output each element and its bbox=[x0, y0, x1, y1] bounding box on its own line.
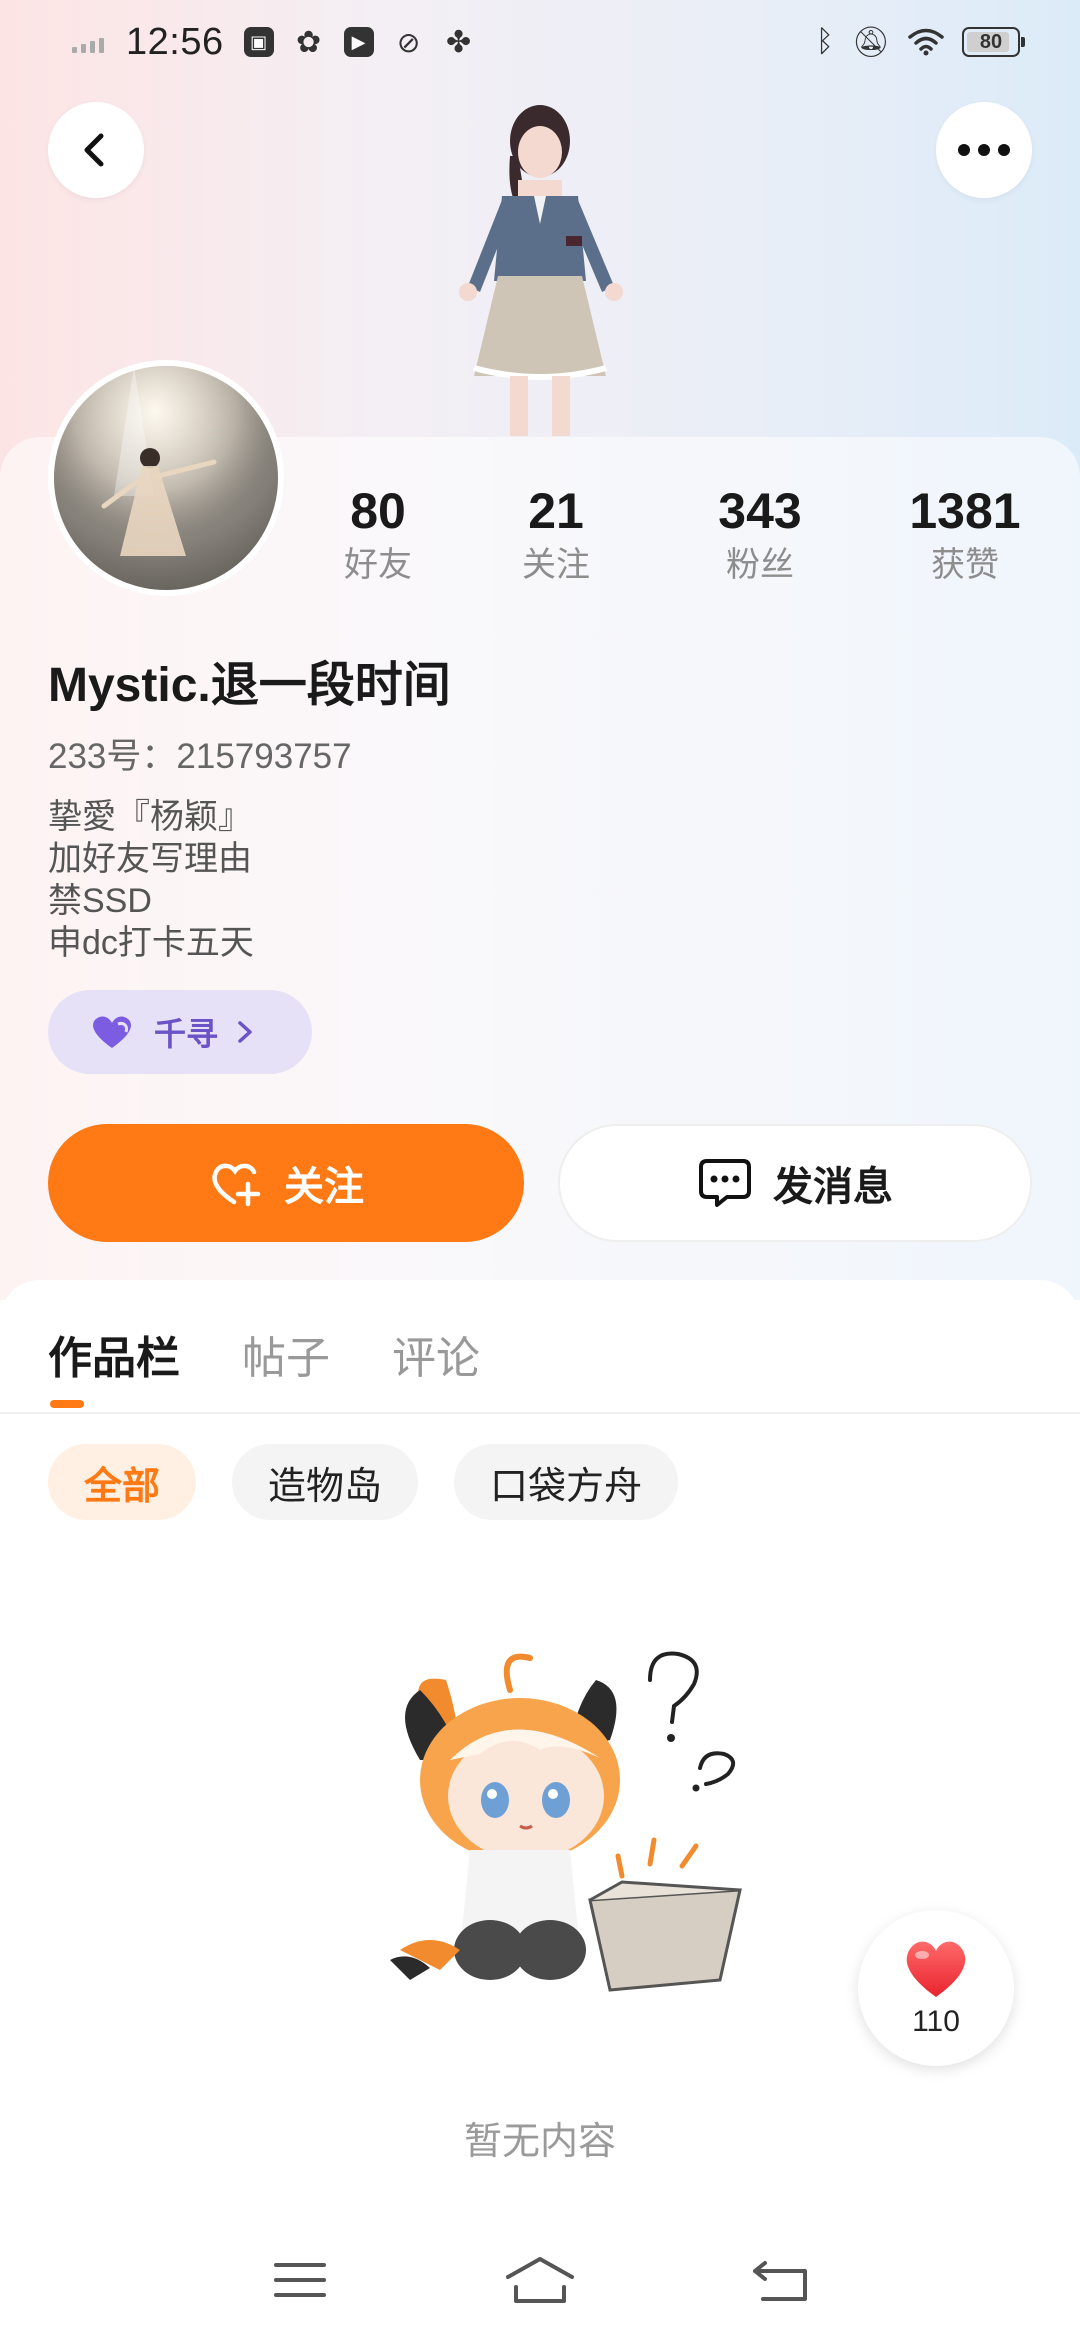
content-tabs: 作品栏 帖子 评论 bbox=[48, 1322, 480, 1386]
more-horizontal-icon bbox=[958, 144, 1010, 156]
home-nav-button[interactable] bbox=[505, 2255, 575, 2305]
chevron-left-icon bbox=[84, 133, 104, 167]
send-message-button-label: 发消息 bbox=[773, 1165, 893, 1209]
stat-value: 80 bbox=[350, 483, 406, 539]
app-icon: ▣ bbox=[243, 27, 274, 57]
pinwheel-icon: ✤ bbox=[446, 25, 472, 59]
status-time: 12:56 bbox=[126, 20, 224, 63]
relationship-tag-label: 千寻 bbox=[154, 1016, 219, 1052]
heart-icon bbox=[93, 1016, 131, 1048]
avatar-photo bbox=[54, 366, 278, 590]
tab-works[interactable]: 作品栏 bbox=[48, 1322, 180, 1386]
follow-button[interactable]: 关注 bbox=[48, 1124, 524, 1242]
chat-bubble-icon bbox=[699, 1159, 751, 1207]
bio: 挚愛『杨颖』 加好友写理由 禁SSD 申dc打卡五天 bbox=[48, 796, 254, 964]
stat-label: 关注 bbox=[522, 546, 590, 584]
content-section: 作品栏 帖子 评论 全部 造物岛 口袋方舟 暂无内容 bbox=[0, 1280, 1080, 2340]
avatar[interactable] bbox=[48, 360, 284, 596]
battery-indicator: 80 bbox=[962, 27, 1025, 57]
return-icon bbox=[753, 2261, 807, 2301]
filter-chip-all[interactable]: 全部 bbox=[48, 1444, 197, 1520]
bio-line: 挚愛『杨颖』 bbox=[48, 798, 252, 836]
menu-icon bbox=[274, 2263, 326, 2297]
filter-chip-pocket-ark[interactable]: 口袋方舟 bbox=[454, 1444, 679, 1520]
empty-state-text: 暂无内容 bbox=[463, 2121, 616, 2163]
active-tab-indicator bbox=[50, 1400, 84, 1408]
menu-nav-button[interactable] bbox=[265, 2255, 335, 2305]
like-floating-button[interactable]: 110 bbox=[858, 1910, 1014, 2066]
user-id[interactable]: 233号：215793757 bbox=[48, 728, 352, 779]
stat-value: 343 bbox=[718, 483, 802, 539]
username: Mystic.退一段时间 bbox=[48, 659, 451, 712]
more-options-button[interactable] bbox=[936, 102, 1032, 198]
status-bar: 12:56 ▣ ✿ ▶ ⊘ ✤ ᛒ 🔕︎ 80 bbox=[0, 0, 1080, 84]
empty-state-illustration bbox=[390, 1651, 742, 1992]
wechat-icon: ✿ bbox=[296, 25, 322, 59]
back-nav-button[interactable] bbox=[745, 2255, 815, 2305]
bio-line: 禁SSD bbox=[48, 882, 152, 920]
stat-likes[interactable]: 1381 获赞 bbox=[885, 480, 1045, 588]
bio-line: 加好友写理由 bbox=[48, 840, 252, 878]
stat-followers[interactable]: 343 粉丝 bbox=[680, 480, 840, 588]
filter-chips: 全部 造物岛 口袋方舟 bbox=[48, 1444, 679, 1520]
back-button[interactable] bbox=[48, 102, 144, 198]
stat-value: 1381 bbox=[909, 483, 1021, 539]
profile-stats: 80 好友 21 关注 343 粉丝 1381 获赞 bbox=[300, 480, 1080, 590]
stat-label: 粉丝 bbox=[726, 546, 794, 584]
home-icon bbox=[506, 2257, 574, 2303]
chevron-right-icon bbox=[238, 1021, 252, 1043]
stat-label: 获赞 bbox=[931, 546, 999, 584]
filter-chip-creation-island[interactable]: 造物岛 bbox=[232, 1444, 419, 1520]
video-icon: ▶ bbox=[343, 27, 374, 57]
divider bbox=[0, 1412, 1080, 1414]
like-count: 110 bbox=[912, 2005, 960, 2038]
mute-icon: 🔕︎ bbox=[851, 25, 890, 59]
bluetooth-icon: ᛒ bbox=[815, 25, 834, 58]
tab-comments[interactable]: 评论 bbox=[392, 1322, 480, 1386]
heart-plus-icon bbox=[212, 1163, 261, 1207]
tab-posts[interactable]: 帖子 bbox=[242, 1322, 330, 1386]
relationship-tag[interactable]: 千寻 bbox=[48, 990, 312, 1074]
stat-friends[interactable]: 80 好友 bbox=[298, 480, 458, 588]
bio-line: 申dc打卡五天 bbox=[48, 924, 254, 962]
signal-icon bbox=[72, 31, 104, 53]
send-message-button[interactable]: 发消息 bbox=[558, 1124, 1032, 1242]
follow-button-label: 关注 bbox=[284, 1165, 364, 1209]
heart-icon bbox=[906, 1941, 966, 1997]
app-icon: ⊘ bbox=[396, 26, 421, 58]
stat-value: 21 bbox=[528, 483, 584, 539]
stat-label: 好友 bbox=[344, 546, 412, 584]
system-navigation-bar bbox=[0, 2220, 1080, 2340]
wifi-icon bbox=[908, 28, 944, 56]
character-figure-image bbox=[459, 105, 623, 436]
stat-following[interactable]: 21 关注 bbox=[476, 480, 636, 588]
